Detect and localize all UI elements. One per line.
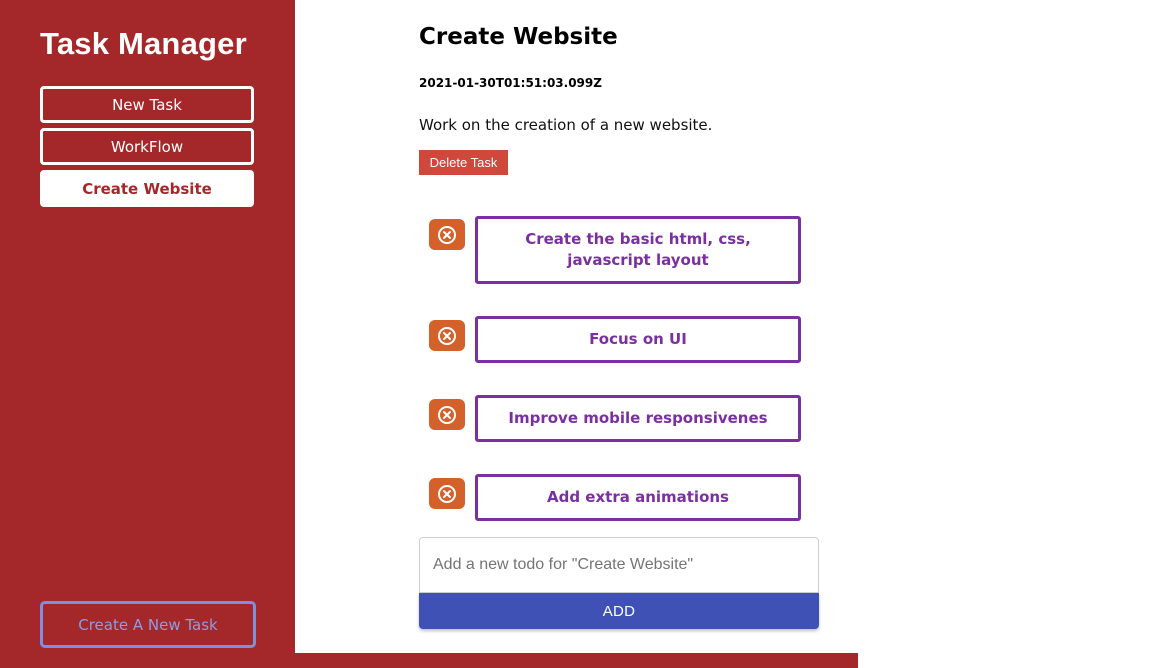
remove-todo-button[interactable]: [429, 320, 465, 351]
task-detail-panel: Create Website 2021-01-30T01:51:03.099Z …: [419, 0, 1119, 653]
new-todo-input[interactable]: [419, 537, 819, 593]
sidebar: Task Manager New Task WorkFlow Create We…: [0, 0, 295, 668]
close-circle-icon: [438, 326, 456, 345]
create-new-task-button[interactable]: Create A New Task: [40, 601, 256, 648]
todo-item[interactable]: Create the basic html, css, javascript l…: [475, 216, 801, 284]
todo-item[interactable]: Add extra animations: [475, 474, 801, 521]
todo-item[interactable]: Improve mobile responsivenes: [475, 395, 801, 442]
app-title: Task Manager: [40, 26, 247, 61]
sidebar-task-new-task[interactable]: New Task: [40, 86, 254, 123]
delete-task-button[interactable]: Delete Task: [419, 150, 508, 175]
sidebar-task-workflow[interactable]: WorkFlow: [40, 128, 254, 165]
task-title: Create Website: [419, 24, 618, 50]
task-description: Work on the creation of a new website.: [419, 116, 713, 134]
close-circle-icon: [438, 484, 456, 503]
remove-todo-button[interactable]: [429, 478, 465, 509]
remove-todo-button[interactable]: [429, 219, 465, 250]
remove-todo-button[interactable]: [429, 399, 465, 430]
close-circle-icon: [438, 405, 456, 424]
bottom-strip: [295, 653, 858, 668]
todo-item[interactable]: Focus on UI: [475, 316, 801, 363]
add-todo-button[interactable]: ADD: [419, 593, 819, 629]
sidebar-task-create-website[interactable]: Create Website: [40, 170, 254, 207]
task-date: 2021-01-30T01:51:03.099Z: [419, 76, 602, 90]
close-circle-icon: [438, 225, 456, 244]
